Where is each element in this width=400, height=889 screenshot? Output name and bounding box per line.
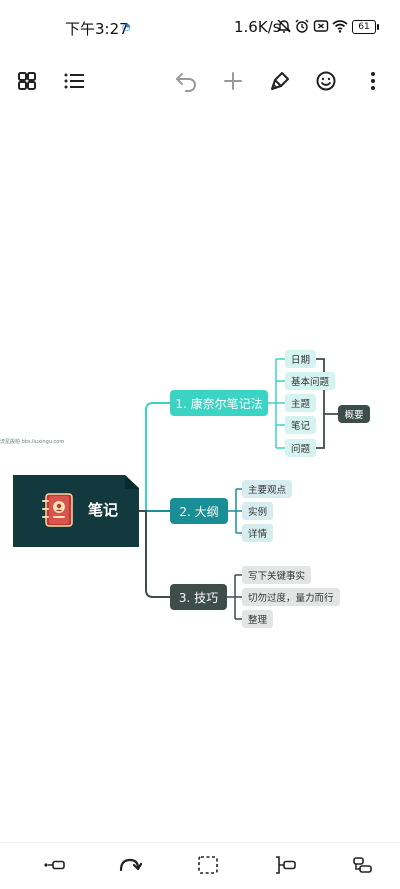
leaf-node[interactable]: 笔记 [285,416,317,434]
leaf-node[interactable]: 日期 [285,350,317,368]
branch-node-cornell[interactable]: 1. 康奈尔笔记法 [170,390,268,416]
root-node-label: 笔记 [88,501,119,519]
select-button[interactable] [195,854,221,876]
add-child-button[interactable] [41,854,67,876]
branch-label: 2. 大纲 [179,504,219,519]
branch-label: 1. 康奈尔笔记法 [175,396,263,411]
leaf-node[interactable]: 主题 [285,394,317,412]
add-sibling-icon [353,857,372,873]
notebook-icon [42,493,73,527]
leaf-node[interactable]: 问题 [285,439,317,457]
branch-label: 3. 技巧 [178,590,219,605]
leaf-node[interactable]: 实例 [242,502,274,520]
leaf-node[interactable]: 主要观点 [242,480,293,498]
redo-button[interactable] [117,854,143,876]
add-summary-icon [276,856,296,874]
branch-node-outline[interactable]: 2. 大纲 [170,498,228,524]
leaf-node[interactable]: 写下关键事实 [242,566,312,584]
branch-node-tips[interactable]: 3. 技巧 [170,584,227,610]
watermark-text: 流星般柏 bbs.liuxingu.com [0,439,65,445]
leaf-node[interactable]: 详情 [242,524,274,542]
summary-node[interactable]: 概要 [338,405,370,423]
add-summary-button[interactable] [272,854,298,876]
select-icon [198,856,218,874]
leaf-node[interactable]: 整理 [242,610,274,628]
leaf-node[interactable]: 基本问题 [285,372,336,390]
leaf-node[interactable]: 切勿过度，量力而行 [242,588,340,606]
add-sibling-button[interactable] [349,854,375,876]
add-child-icon [44,860,65,870]
redo-icon [119,858,142,872]
root-node-fold [125,475,139,489]
root-node[interactable] [13,475,139,547]
